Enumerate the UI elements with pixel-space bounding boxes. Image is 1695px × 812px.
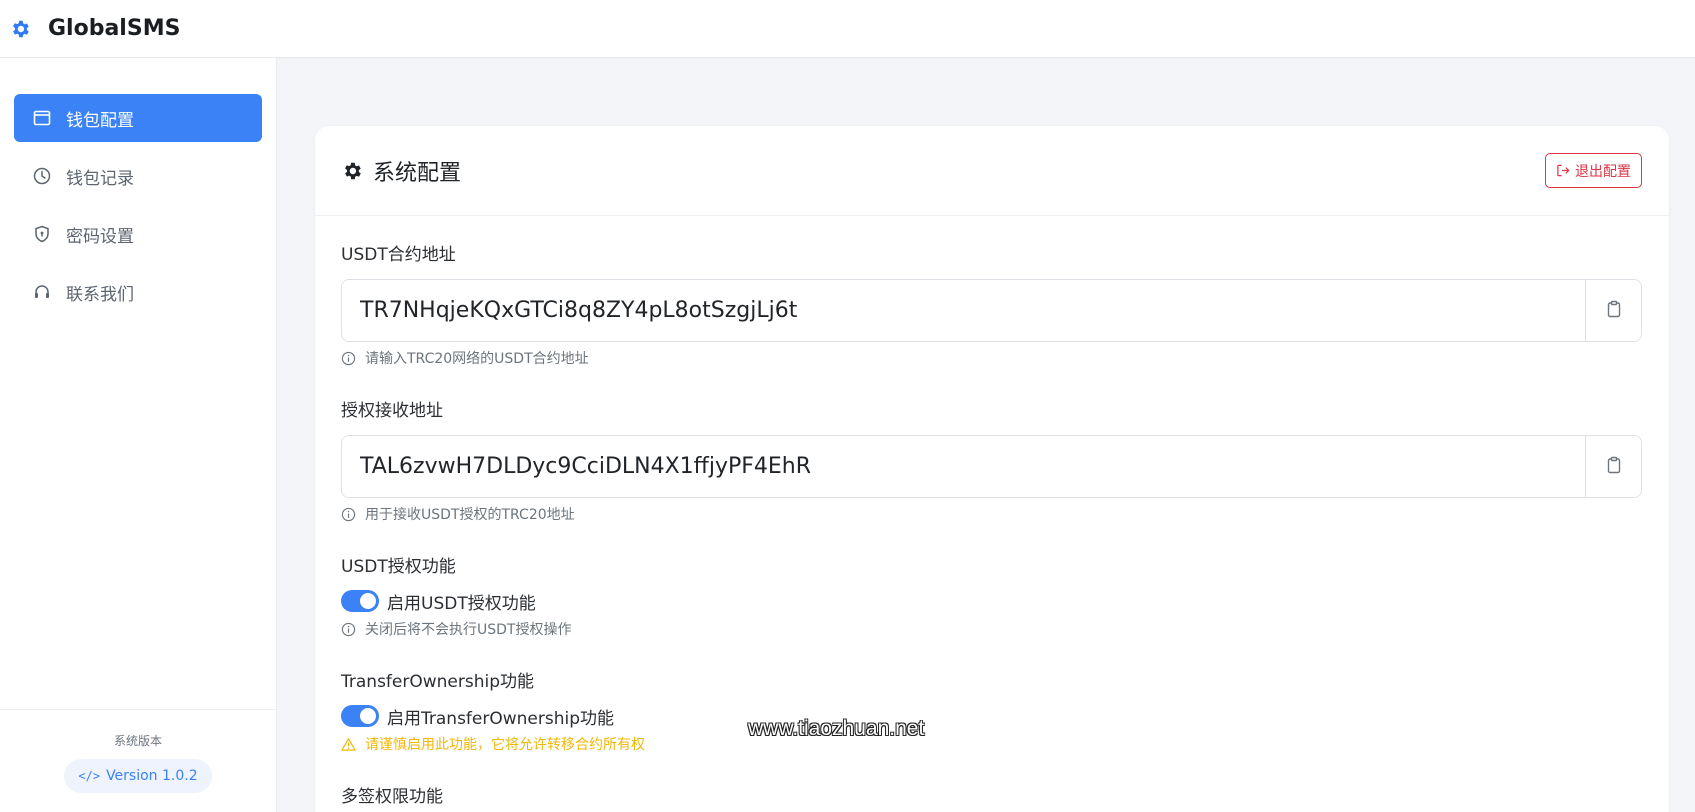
sidebar-item-password-settings[interactable]: 密码设置 (14, 210, 262, 258)
sidebar-footer: 系统版本 </> Version 1.0.2 (0, 709, 276, 812)
paste-button[interactable] (1585, 436, 1641, 497)
usdt-auth-toggle-row: 启用USDT授权功能 (341, 589, 1642, 614)
clipboard-icon (1604, 455, 1624, 479)
sidebar-item-label: 联系我们 (66, 284, 134, 305)
transfer-ownership-toggle-row: 启用TransferOwnership功能 (341, 704, 1642, 729)
warning-icon (341, 737, 356, 752)
usdt-auth-hint: 关闭后将不会执行USDT授权操作 (341, 620, 1642, 638)
system-config-card: 系统配置 退出配置 USDT合约地址 请输入TRC20网络的USDT合约地址 (315, 126, 1669, 812)
card-title: 系统配置 (341, 155, 461, 187)
hint-text: 请输入TRC20网络的USDT合约地址 (365, 351, 589, 367)
auth-receive-label: 授权接收地址 (341, 401, 443, 421)
info-icon (341, 622, 356, 637)
hint-text: 关闭后将不会执行USDT授权操作 (365, 622, 572, 638)
headset-icon (32, 282, 52, 302)
sidebar-item-label: 钱包配置 (66, 110, 134, 131)
gear-icon (341, 160, 363, 182)
sidebar-nav: 钱包配置 钱包记录 密码设置 联系我们 (0, 58, 276, 316)
usdt-auth-toggle-label: 启用USDT授权功能 (387, 593, 536, 614)
card-header: 系统配置 退出配置 (315, 126, 1669, 216)
watermark: www.tiaozhuan.net (748, 717, 925, 740)
sidebar: 钱包配置 钱包记录 密码设置 联系我们 系统版本 </> Version 1.0… (0, 58, 277, 812)
window-icon (32, 108, 52, 128)
info-icon (341, 507, 356, 522)
gear-icon (9, 18, 31, 40)
usdt-contract-input[interactable] (342, 280, 1585, 341)
shield-icon (32, 224, 52, 244)
version-label: 系统版本 (113, 734, 162, 748)
sidebar-item-wallet-config[interactable]: 钱包配置 (14, 94, 262, 142)
version-badge: </> Version 1.0.2 (64, 759, 212, 793)
sidebar-item-label: 密码设置 (66, 226, 134, 247)
version-text: Version 1.0.2 (106, 768, 198, 784)
usdt-contract-hint: 请输入TRC20网络的USDT合约地址 (341, 349, 1642, 367)
sidebar-item-contact-us[interactable]: 联系我们 (14, 268, 262, 316)
usdt-contract-input-group (341, 279, 1642, 342)
auth-receive-hint: 用于接收USDT授权的TRC20地址 (341, 505, 1642, 523)
card-title-text: 系统配置 (373, 160, 462, 186)
warning-text: 请谨慎启用此功能，它将允许转移合约所有权 (365, 737, 645, 753)
sidebar-item-wallet-records[interactable]: 钱包记录 (14, 152, 262, 200)
sidebar-item-label: 钱包记录 (66, 168, 134, 189)
exit-config-button[interactable]: 退出配置 (1545, 153, 1642, 188)
usdt-contract-label: USDT合约地址 (341, 245, 456, 265)
transfer-ownership-toggle-label: 启用TransferOwnership功能 (387, 708, 615, 729)
logout-icon (1556, 163, 1571, 178)
paste-button[interactable] (1585, 280, 1641, 341)
exit-config-label: 退出配置 (1575, 163, 1631, 180)
clipboard-icon (1604, 299, 1624, 323)
usdt-auth-switch[interactable] (341, 590, 379, 612)
transfer-ownership-section-label: TransferOwnership功能 (341, 672, 535, 692)
info-icon (341, 351, 356, 366)
code-icon: </> (78, 769, 101, 783)
auth-receive-input-group (341, 435, 1642, 498)
clock-icon (32, 166, 52, 186)
hint-text: 用于接收USDT授权的TRC20地址 (365, 507, 575, 523)
auth-receive-input[interactable] (342, 436, 1585, 497)
transfer-ownership-warning: 请谨慎启用此功能，它将允许转移合约所有权 (341, 735, 1642, 753)
app-name: GlobalSMS (48, 16, 181, 41)
multisig-section-label: 多签权限功能 (341, 787, 443, 807)
top-bar: GlobalSMS (0, 0, 1695, 58)
card-body: USDT合约地址 请输入TRC20网络的USDT合约地址 授权接收地址 (315, 216, 1669, 808)
transfer-ownership-switch[interactable] (341, 705, 379, 727)
usdt-auth-section-label: USDT授权功能 (341, 557, 456, 577)
